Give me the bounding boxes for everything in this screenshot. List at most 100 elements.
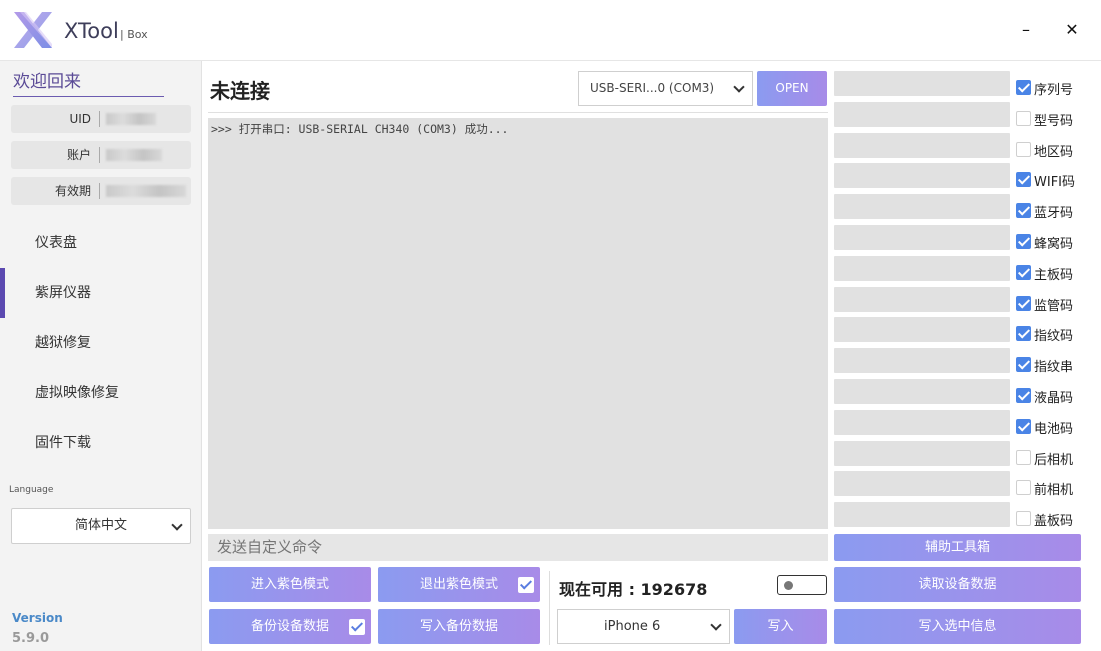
version-value: 5.9.0 — [12, 631, 50, 646]
backup-device-data-checkbox[interactable] — [349, 619, 365, 635]
account-value-redacted — [106, 149, 162, 161]
device-field-label: 液晶码 — [1034, 391, 1074, 406]
language-value: 简体中文 — [74, 518, 127, 533]
device-field-input[interactable] — [834, 194, 1010, 220]
toggle-switch[interactable] — [777, 575, 827, 595]
device-field-input[interactable] — [834, 409, 1010, 435]
divider — [99, 111, 100, 127]
xtool-logo-icon — [14, 12, 52, 48]
device-field-input[interactable] — [834, 225, 1010, 250]
device-field-checkbox[interactable] — [1016, 357, 1031, 373]
device-field-checkbox[interactable] — [1016, 326, 1031, 342]
uid-label: UID — [69, 112, 91, 126]
device-field-checkbox[interactable] — [1016, 141, 1031, 157]
available-count: 现在可用 : 192678 — [559, 580, 708, 599]
device-field-label: 指纹码 — [1034, 329, 1074, 345]
minimize-button[interactable]: – — [1016, 20, 1036, 40]
divider — [99, 183, 100, 199]
divider — [208, 112, 828, 113]
device-field-checkbox[interactable] — [1016, 234, 1031, 249]
device-field-checkbox[interactable] — [1016, 110, 1031, 126]
device-field-checkbox[interactable] — [1016, 264, 1031, 280]
version-label: Version — [12, 611, 63, 625]
device-field-label: 型号码 — [1034, 113, 1074, 129]
chevron-down-icon — [710, 619, 722, 631]
device-field-label: 蓝牙码 — [1034, 206, 1074, 222]
device-field-checkbox[interactable] — [1016, 295, 1031, 311]
write-selected-info-button[interactable]: 写入选中信息 — [834, 609, 1081, 644]
chevron-down-icon — [733, 81, 745, 93]
device-field-label: 后相机 — [1034, 452, 1074, 468]
language-select[interactable]: 简体中文 — [11, 508, 191, 544]
custom-command-input[interactable] — [208, 534, 828, 561]
app-title: XTool — [64, 19, 119, 43]
device-field-input[interactable] — [834, 286, 1010, 312]
device-field-input[interactable] — [834, 255, 1010, 281]
device-field-input[interactable] — [834, 471, 1010, 497]
device-field-checkbox[interactable] — [1016, 388, 1031, 403]
connection-status: 未连接 — [210, 79, 270, 103]
nav-purple-screen[interactable]: 紫屏仪器 — [0, 268, 202, 318]
console-line: >>> 打开串口: USB-SERIAL CH340 (COM3) 成功... — [211, 122, 509, 136]
title-bar: XTool | Box – ✕ — [0, 0, 1101, 61]
welcome-heading: 欢迎回来 — [13, 67, 164, 97]
nav-firmware-download[interactable]: 固件下载 — [0, 418, 202, 468]
device-field-input[interactable] — [834, 348, 1010, 374]
expiry-row: 有效期 — [11, 177, 191, 205]
nav-virtual-image-repair[interactable]: 虚拟映像修复 — [0, 368, 202, 418]
device-field-checkbox[interactable] — [1016, 449, 1031, 465]
device-field-checkbox[interactable] — [1016, 80, 1031, 95]
open-port-button[interactable]: OPEN — [757, 71, 827, 106]
close-button[interactable]: ✕ — [1062, 20, 1082, 40]
account-label: 账户 — [66, 148, 91, 162]
device-field-checkbox[interactable] — [1016, 172, 1031, 188]
nav-dashboard[interactable]: 仪表盘 — [0, 218, 202, 268]
device-field-label: WIFI码 — [1034, 175, 1075, 191]
device-field-checkbox[interactable] — [1016, 511, 1031, 527]
read-device-data-button[interactable]: 读取设备数据 — [834, 567, 1081, 602]
device-field-input[interactable] — [834, 440, 1010, 466]
device-field-checkbox[interactable] — [1016, 203, 1031, 219]
device-field-input[interactable] — [834, 502, 1010, 528]
device-field-input[interactable] — [834, 317, 1010, 343]
device-field-label: 前相机 — [1034, 483, 1074, 499]
serial-port-value: USB-SERI...0 (COM3) — [590, 81, 715, 95]
expiry-value-redacted — [106, 185, 186, 197]
device-field-checkbox[interactable] — [1016, 480, 1031, 496]
backup-device-data-button[interactable]: 备份设备数据 — [209, 609, 371, 644]
enter-purple-mode-label: 进入紫色模式 — [250, 577, 329, 592]
device-field-input[interactable] — [834, 132, 1010, 158]
enter-purple-mode-button[interactable]: 进入紫色模式 — [209, 567, 371, 602]
toggle-knob — [784, 581, 793, 590]
serial-port-select[interactable]: USB-SERI...0 (COM3) — [578, 71, 753, 106]
backup-device-data-label: 备份设备数据 — [250, 619, 329, 634]
toolbox-button[interactable]: 辅助工具箱 — [834, 534, 1081, 561]
nav-jailbreak-repair[interactable]: 越狱修复 — [0, 318, 202, 368]
uid-value-redacted — [106, 113, 156, 125]
console-log[interactable]: >>> 打开串口: USB-SERIAL CH340 (COM3) 成功... — [208, 118, 828, 529]
device-field-label: 蜂窝码 — [1034, 237, 1074, 252]
app-subtitle: | Box — [120, 28, 148, 41]
device-field-label: 指纹串 — [1034, 360, 1074, 376]
device-field-label: 电池码 — [1034, 421, 1074, 437]
chevron-down-icon — [171, 519, 183, 531]
write-backup-data-button[interactable]: 写入备份数据 — [378, 609, 540, 644]
divider — [549, 571, 550, 645]
exit-purple-mode-button[interactable]: 退出紫色模式 — [378, 567, 540, 602]
uid-row: UID — [11, 105, 191, 133]
language-label: Language — [9, 485, 54, 495]
device-field-input[interactable] — [834, 379, 1010, 404]
exit-purple-mode-checkbox[interactable] — [518, 577, 534, 593]
account-row: 账户 — [11, 141, 191, 169]
device-model-select[interactable]: iPhone 6 — [557, 609, 730, 644]
divider — [99, 147, 100, 163]
device-field-input[interactable] — [834, 101, 1010, 127]
device-field-checkbox[interactable] — [1016, 418, 1031, 434]
write-button[interactable]: 写入 — [734, 609, 827, 644]
device-field-input[interactable] — [834, 163, 1010, 189]
device-model-value: iPhone 6 — [604, 619, 661, 634]
sidebar: 欢迎回来 UID 账户 有效期 仪表盘 紫屏仪器 越狱修复 虚拟映像修复 固件下… — [0, 61, 202, 651]
device-field-label: 序列号 — [1034, 83, 1074, 98]
device-field-input[interactable] — [834, 71, 1010, 96]
device-field-label: 盖板码 — [1034, 514, 1074, 530]
